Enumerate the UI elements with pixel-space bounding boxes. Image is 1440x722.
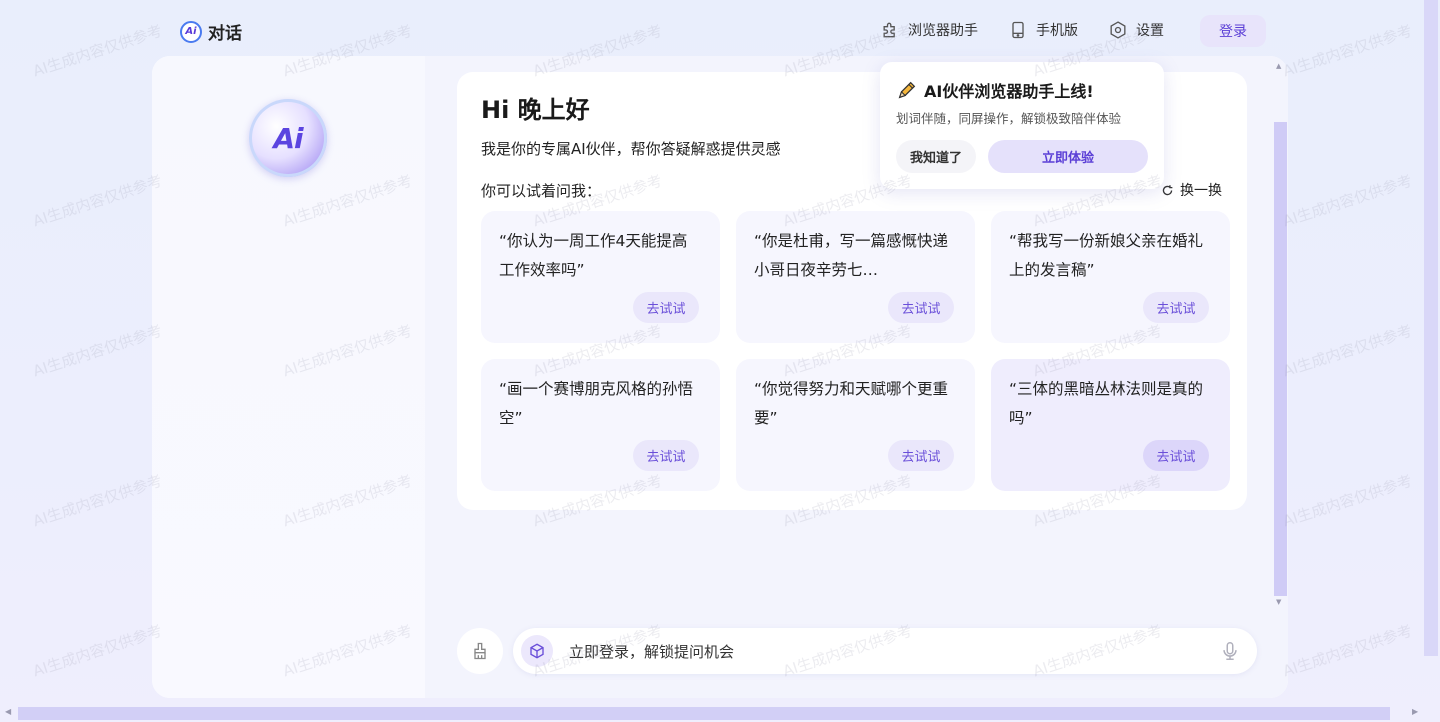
watermark-text: AI生成内容仅供参考: [1280, 471, 1415, 531]
watermark-text: AI生成内容仅供参考: [30, 471, 165, 531]
chat-input[interactable]: 立即登录，解锁提问机会: [569, 641, 734, 662]
chat-scrollbar-thumb[interactable]: [1274, 122, 1287, 596]
chat-input-bar[interactable]: 立即登录，解锁提问机会: [513, 628, 1257, 674]
refresh-button[interactable]: 换一换: [1161, 180, 1222, 200]
refresh-icon: [1162, 184, 1173, 195]
question-text: “画一个赛博朋克风格的孙悟空”: [499, 380, 694, 427]
hscroll-right-arrow[interactable]: ▶: [1412, 707, 1418, 716]
question-text: “你觉得努力和天赋哪个更重要”: [754, 380, 949, 427]
question-card[interactable]: “三体的黑暗丛林法则是真的吗” 去试试: [991, 359, 1230, 491]
microphone-icon[interactable]: [1219, 640, 1241, 662]
question-card[interactable]: “你是杜甫，写一篇感慨快递小哥日夜辛劳七… 去试试: [736, 211, 975, 343]
nav-mobile[interactable]: 手机版: [1008, 20, 1078, 40]
nav-browser-assistant[interactable]: 浏览器助手: [880, 20, 978, 40]
watermark-text: AI生成内容仅供参考: [1280, 321, 1415, 381]
try-question-button[interactable]: 去试试: [888, 440, 954, 471]
mobile-icon: [1012, 21, 1024, 39]
watermark-text: AI生成内容仅供参考: [30, 621, 165, 681]
try-question-button[interactable]: 去试试: [633, 292, 699, 323]
refresh-label: 换一换: [1180, 183, 1222, 199]
page-vertical-scrollbar[interactable]: [1424, 0, 1438, 656]
page-horizontal-scrollbar[interactable]: [18, 707, 1390, 720]
question-card[interactable]: “帮我写一份新娘父亲在婚礼上的发言稿” 去试试: [991, 211, 1230, 343]
try-question-button[interactable]: 去试试: [1143, 440, 1209, 471]
ai-avatar-text: Ai: [273, 121, 303, 155]
intro-text: 我是你的专属AI伙伴，帮你答疑解惑提供灵感: [481, 140, 781, 158]
puzzle-icon: [883, 22, 895, 38]
brand-logo-icon: Ai: [180, 20, 202, 43]
question-text: “你是杜甫，写一篇感慨快递小哥日夜辛劳七…: [754, 232, 949, 279]
brush-icon: [474, 642, 486, 660]
try-question-button[interactable]: 去试试: [888, 292, 954, 323]
cube-icon[interactable]: [521, 635, 553, 667]
try-question-button[interactable]: 去试试: [633, 440, 699, 471]
question-text: “帮我写一份新娘父亲在婚礼上的发言稿”: [1009, 232, 1204, 279]
brand[interactable]: Ai 对话: [180, 19, 242, 44]
watermark-text: AI生成内容仅供参考: [30, 171, 165, 231]
question-text: “三体的黑暗丛林法则是真的吗”: [1009, 380, 1204, 427]
ai-avatar: Ai: [249, 99, 327, 177]
question-card[interactable]: “你认为一周工作4天能提高工作效率吗” 去试试: [481, 211, 720, 343]
scroll-down-arrow[interactable]: ▼: [1276, 598, 1281, 606]
try-question-button[interactable]: 去试试: [1143, 292, 1209, 323]
question-text: “你认为一周工作4天能提高工作效率吗”: [499, 232, 688, 279]
clear-chat-button[interactable]: [457, 628, 503, 674]
try-now-button[interactable]: 立即体验: [988, 140, 1148, 173]
question-card[interactable]: “你觉得努力和天赋哪个更重要” 去试试: [736, 359, 975, 491]
browser-assistant-popover: AI伙伴浏览器助手上线! 划词伴随，同屏操作，解锁极致陪伴体验 我知道了 立即体…: [880, 62, 1164, 189]
nav-settings[interactable]: 设置: [1108, 20, 1164, 40]
nav-browser-assistant-label: 浏览器助手: [908, 23, 978, 39]
watermark-text: AI生成内容仅供参考: [30, 321, 165, 381]
brand-title: 对话: [208, 24, 242, 44]
dismiss-button[interactable]: 我知道了: [896, 140, 976, 173]
popover-description: 划词伴随，同屏操作，解锁极致陪伴体验: [896, 111, 1122, 126]
pencil-icon: [898, 81, 916, 99]
watermark-text: AI生成内容仅供参考: [1280, 171, 1415, 231]
left-sidebar: Ai: [152, 56, 425, 698]
question-card[interactable]: “画一个赛博朋克风格的孙悟空” 去试试: [481, 359, 720, 491]
scroll-up-arrow[interactable]: ▲: [1276, 62, 1281, 70]
hscroll-left-arrow[interactable]: ◀: [5, 707, 11, 716]
nav-settings-label: 设置: [1136, 23, 1164, 39]
gear-icon: [1110, 21, 1126, 39]
login-button[interactable]: 登录: [1200, 15, 1266, 47]
popover-title-text: AI伙伴浏览器助手上线!: [924, 82, 1094, 101]
watermark-text: AI生成内容仅供参考: [1280, 621, 1415, 681]
top-nav: 浏览器助手 手机版 设置: [880, 20, 1194, 40]
popover-title: AI伙伴浏览器助手上线!: [896, 78, 1094, 102]
greeting-title: Hi 晚上好: [481, 96, 590, 124]
try-label: 你可以试着问我：: [481, 182, 602, 200]
nav-mobile-label: 手机版: [1036, 23, 1078, 39]
top-header: Ai 对话 浏览器助手 手机版 设置 登录: [0, 0, 1440, 60]
